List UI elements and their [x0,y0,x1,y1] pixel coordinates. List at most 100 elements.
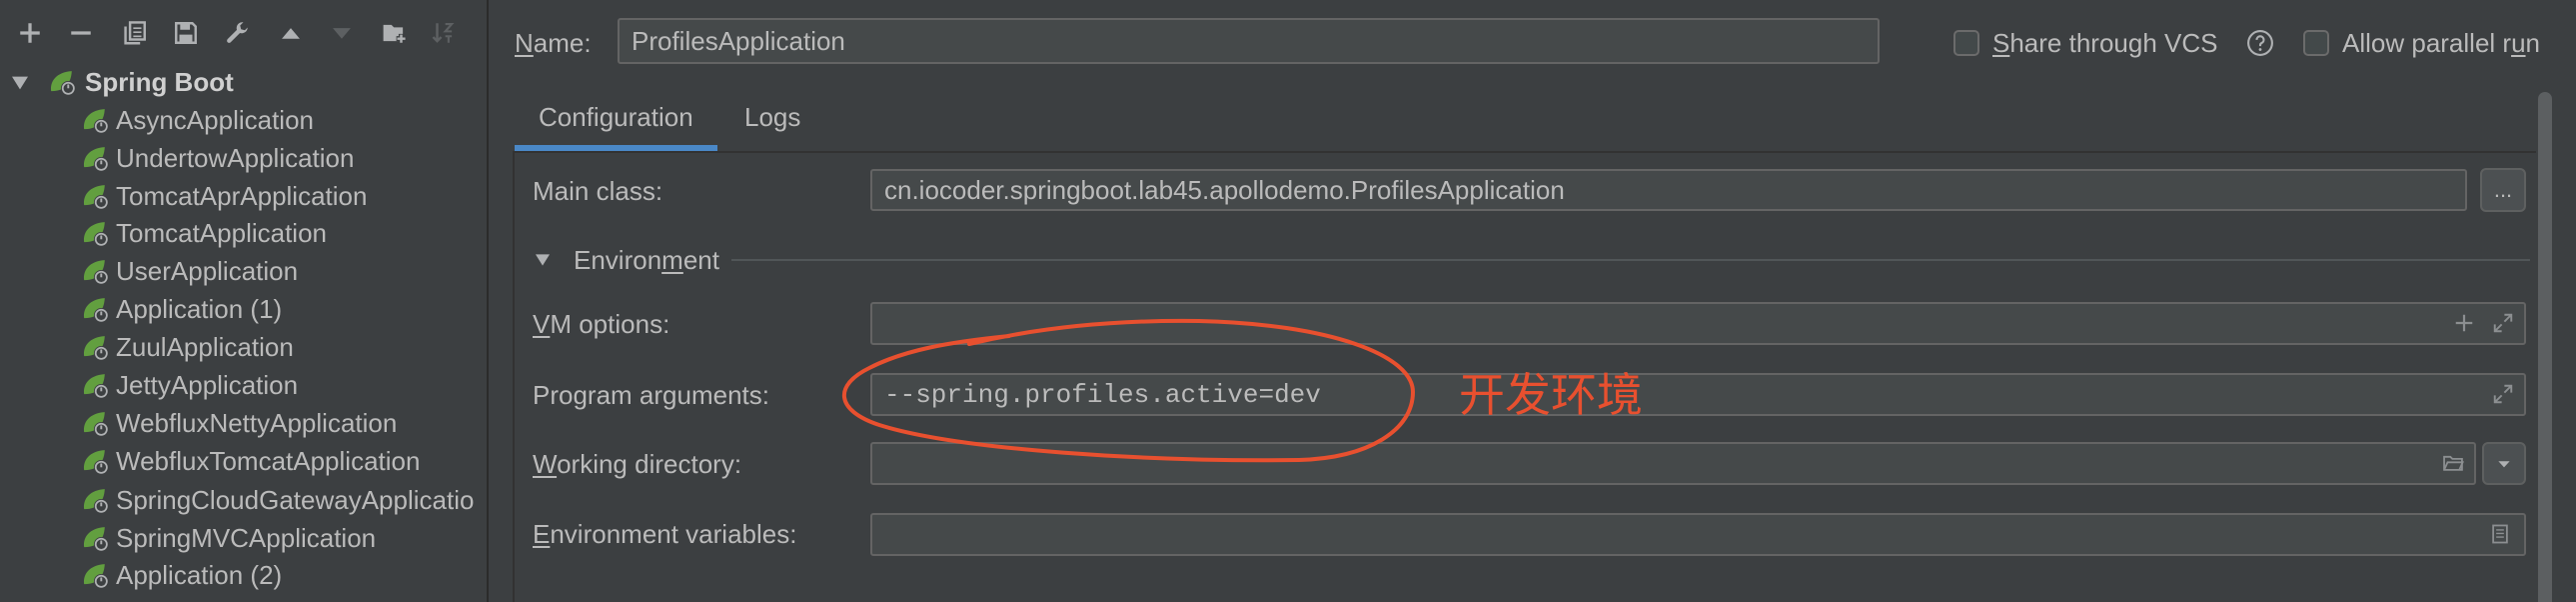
move-up-button[interactable] [273,15,309,51]
annotation-text: 开发环境 [1459,368,1643,422]
tree-item-label: JettyApplication [116,370,299,400]
content-panel-border [513,151,515,602]
tree-item[interactable]: AsyncApplication [0,101,487,139]
triangle-down-icon[interactable] [12,75,28,91]
folder-plus-icon [383,24,407,44]
scrollbar[interactable] [2538,92,2552,602]
browse-button-label: ... [2493,177,2513,202]
tree-item[interactable]: ZuulApplication [0,328,487,366]
vm-options-label: VM options: [533,309,670,339]
tree-item[interactable]: TomcatAprApplication [0,177,487,215]
wrench-icon [227,22,248,43]
vm-options-add-button[interactable] [2453,312,2475,334]
spring-boot-icon [81,447,109,475]
allow-parallel-run-label[interactable]: Allow parallel run [2342,27,2540,59]
document-icon [2492,524,2508,544]
add-configuration-button[interactable] [12,15,48,51]
tree-item-label: UserApplication [116,256,299,286]
run-config-sidebar: Spring Boot AsyncApplication UndertowApp… [0,0,487,602]
save-icon [175,22,197,44]
spring-boot-icon [81,219,109,247]
tree-item[interactable]: SpringCloudGatewayApplicatio [0,481,487,519]
spring-boot-icon [81,182,109,210]
tree-item[interactable]: SpringMVCApplication [0,519,487,557]
spring-boot-icon [81,486,109,514]
browse-main-class-button[interactable]: ... [2480,168,2526,212]
expand-icon [2492,312,2514,334]
spring-boot-icon [81,524,109,552]
tree-group-label: Spring Boot [85,67,234,97]
environment-variables-edit-button[interactable] [2489,523,2511,545]
tree-item-label: ZuulApplication [116,332,294,362]
tree-item[interactable]: WebfluxNettyApplication [0,404,487,442]
spring-boot-icon [81,144,109,172]
copy-icon [124,21,146,45]
tree-item[interactable]: UserApplication [0,252,487,290]
sidebar-divider[interactable] [487,0,489,602]
tree-item[interactable]: WebfluxTomcatApplication [0,442,487,480]
tree-item-label: WebfluxNettyApplication [116,408,398,438]
program-arguments-field[interactable] [870,373,2526,416]
spring-boot-icon [81,295,109,323]
spring-boot-icon [81,561,109,589]
name-label: Name: [515,28,592,58]
new-folder-button[interactable] [377,15,413,51]
allow-parallel-run-checkbox[interactable] [2303,30,2329,56]
sort-icon [432,23,455,43]
tree-item-label: Application (1) [116,294,283,324]
arrow-up-icon [282,28,300,39]
edit-templates-button[interactable] [220,15,256,51]
move-down-button[interactable] [324,15,360,51]
working-directory-label: Working directory: [533,449,742,479]
vm-options-field[interactable] [870,302,2526,345]
vm-options-expand-button[interactable] [2492,312,2514,334]
plus-icon [2455,314,2473,332]
tree-item[interactable]: TomcatApplication [0,214,487,252]
tree-item-label: AsyncApplication [116,105,314,135]
spring-boot-icon [81,409,109,437]
help-icon[interactable] [2246,29,2274,57]
tab-separator [515,151,2536,153]
environment-section-title[interactable]: Environment [574,244,719,276]
working-directory-field[interactable] [870,442,2476,485]
spring-boot-icon [81,333,109,361]
name-field[interactable] [618,18,1880,64]
tree-item-label: SpringMVCApplication [116,523,377,553]
tree-item[interactable]: Application (1) [0,290,487,328]
tree-item[interactable]: JettyApplication [0,366,487,404]
add-icon [20,23,40,43]
tree-item-label: UndertowApplication [116,143,355,173]
program-arguments-label: Program arguments: [533,380,770,410]
arrow-down-icon [333,28,351,39]
tab-logs[interactable]: Logs [717,90,817,151]
chevron-down-icon [2498,460,2510,467]
tree-item-label: Application (2) [116,560,283,590]
tab-configuration[interactable]: Configuration [515,90,717,151]
tree-item-label: TomcatApplication [116,218,327,248]
tree-item[interactable]: UndertowApplication [0,139,487,177]
share-vcs-label[interactable]: Share through VCS [1992,27,2217,59]
tab-label: Logs [744,102,801,132]
remove-configuration-button[interactable] [63,15,99,51]
tree-item-label: SpringCloudGatewayApplicatio [116,485,475,515]
main-class-label: Main class: [533,176,663,206]
environment-variables-field[interactable] [870,513,2526,556]
spring-boot-icon [48,68,76,96]
program-arguments-expand-button[interactable] [2492,383,2514,405]
environment-collapse-toggle[interactable] [536,253,550,267]
tab-label: Configuration [539,102,693,132]
spring-boot-icon [81,257,109,285]
sort-button[interactable] [426,15,462,51]
working-directory-browse-button[interactable] [2441,452,2465,474]
tree-item[interactable]: Application (2) [0,556,487,594]
tree-group-spring-boot[interactable]: Spring Boot [0,63,487,101]
remove-icon [71,31,91,35]
folder-icon [2443,455,2465,471]
share-vcs-checkbox[interactable] [1953,30,1979,56]
environment-variables-label: Environment variables: [533,519,797,549]
save-configuration-button[interactable] [168,15,204,51]
main-class-field[interactable] [870,169,2467,211]
environment-section-divider [731,259,2530,261]
working-directory-dropdown-button[interactable] [2482,442,2526,485]
copy-configuration-button[interactable] [117,15,153,51]
